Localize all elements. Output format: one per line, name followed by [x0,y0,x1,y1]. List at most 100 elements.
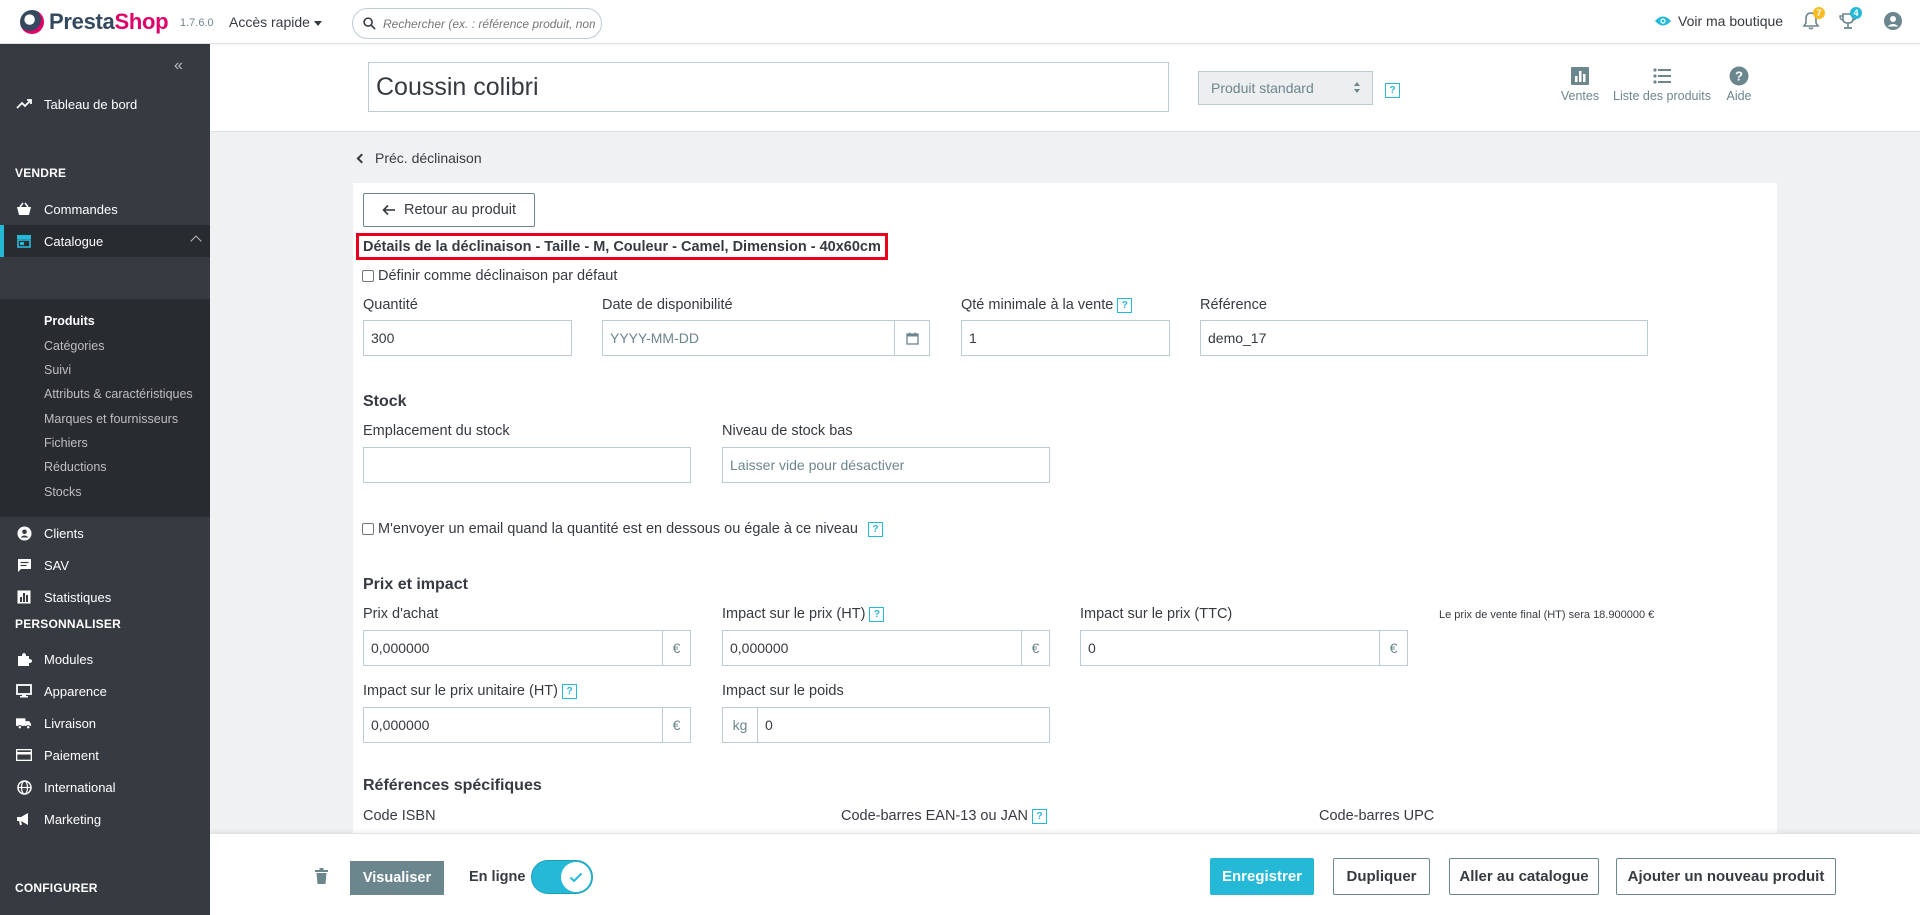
min-quantity-help-icon[interactable]: ? [1117,297,1133,313]
go-to-catalog-button[interactable]: Aller au catalogue [1449,858,1599,895]
purchase-price-input[interactable]: 0,000000 [363,630,663,666]
submenu-item-categories[interactable]: Catégories [44,339,104,353]
ean13-help-icon[interactable]: ? [1032,808,1048,824]
bar-chart-icon [16,589,32,605]
megaphone-icon [16,811,32,827]
sidebar-item-label: Commandes [44,201,118,217]
purchase-price-currency: € [662,630,691,666]
sidebar-item-label: Tableau de bord [44,96,138,112]
sidebar-item-international[interactable]: International [0,771,210,803]
preview-button[interactable]: Visualiser [350,861,444,895]
collapse-sidebar-icon[interactable]: « [174,57,183,75]
default-variant-checkbox[interactable] [362,270,374,282]
prestashop-logo-icon [20,10,44,34]
previous-variant-link[interactable]: Préc. déclinaison [356,150,482,166]
low-stock-level-input[interactable]: Laisser vide pour désactiver [722,447,1050,483]
logo-text-shop: Shop [114,9,169,34]
unit-price-impact-label: Impact sur le prix unitaire (HT) ? [363,683,578,699]
weight-unit-addon: kg [722,707,758,743]
impact-ht-label-text: Impact sur le prix (HT) [722,606,866,622]
quantity-input[interactable]: 300 [363,320,572,356]
product-list-button[interactable]: Liste des produits [1607,66,1717,103]
product-header: Produit standard ? Ventes Liste des prod… [210,44,1920,132]
sales-button[interactable]: Ventes [1558,66,1602,103]
sidebar-item-payment[interactable]: Paiement [0,739,210,771]
view-shop-label: Voir ma boutique [1678,13,1784,29]
search-input[interactable] [383,16,595,31]
user-account-icon[interactable] [1883,11,1903,31]
view-shop-link[interactable]: Voir ma boutique [1654,13,1783,29]
sidebar-item-stats[interactable]: Statistiques [0,581,210,613]
sidebar-item-label: Livraison [44,715,97,731]
sidebar-item-catalog[interactable]: Catalogue [0,225,210,257]
sidebar-item-orders[interactable]: Commandes [0,193,210,225]
submenu-item-products[interactable]: Produits [44,314,95,328]
help-button[interactable]: ? Aide [1722,66,1756,103]
calendar-button[interactable] [894,320,930,356]
impact-ht-currency: € [1021,630,1050,666]
low-stock-email-checkbox-row[interactable]: M'envoyer un email quand la quantité est… [362,521,883,537]
product-type-help-icon[interactable]: ? [1385,83,1400,98]
duplicate-button[interactable]: Dupliquer [1333,858,1430,895]
online-toggle[interactable] [531,860,593,894]
impact-ht-input[interactable]: 0,000000 [722,630,1022,666]
low-stock-email-checkbox[interactable] [362,523,374,535]
sales-label: Ventes [1560,89,1600,103]
unit-price-impact-input[interactable]: 0,000000 [363,707,663,743]
toggle-knob [561,862,591,892]
truck-icon [16,715,32,731]
sidebar-item-label: Clients [44,525,84,541]
sidebar-item-appearance[interactable]: Apparence [0,675,210,707]
submenu-item-stocks[interactable]: Stocks [44,485,82,499]
prestashop-logo[interactable]: PrestaShop [20,9,169,35]
sidebar-item-sav[interactable]: SAV [0,549,210,581]
save-button[interactable]: Enregistrer [1210,858,1314,895]
submenu-item-attributes[interactable]: Attributs & caractéristiques [44,387,193,401]
shopping-basket-icon [16,201,32,217]
sidebar: « Tableau de bord VENDRE Commandes Catal… [0,44,210,915]
availability-date-input[interactable]: YYYY-MM-DD [602,320,895,356]
sidebar-item-modules[interactable]: Modules [0,643,210,675]
back-to-product-button[interactable]: Retour au produit [363,193,535,227]
impact-ht-help-icon[interactable]: ? [869,606,885,622]
stock-location-input[interactable] [363,447,691,483]
min-quantity-input[interactable]: 1 [961,320,1170,356]
sidebar-item-shipping[interactable]: Livraison [0,707,210,739]
submenu-item-monitoring[interactable]: Suivi [44,363,71,377]
quick-access-dropdown[interactable]: Accès rapide [229,14,322,30]
specific-references-heading: Références spécifiques [363,777,542,794]
submenu-item-files[interactable]: Fichiers [44,436,88,450]
default-variant-checkbox-row[interactable]: Définir comme déclinaison par défaut [362,268,617,284]
trash-icon[interactable] [315,868,328,884]
search-icon[interactable] [363,17,376,30]
sidebar-item-dashboard[interactable]: Tableau de bord [0,88,210,120]
add-new-product-button[interactable]: Ajouter un nouveau produit [1616,858,1836,895]
purchase-price-label: Prix d'achat [363,606,439,622]
default-variant-label: Définir comme déclinaison par défaut [378,268,618,284]
sidebar-item-marketing[interactable]: Marketing [0,803,210,835]
list-icon [1653,68,1671,84]
puzzle-icon [16,651,32,667]
unit-price-impact-help-icon[interactable]: ? [562,683,578,699]
catalog-submenu: Produits Catégories Suivi Attributs & ca… [0,299,210,517]
sidebar-item-label: SAV [44,557,70,573]
logo-text: Presta [49,9,115,34]
weight-impact-input[interactable]: 0 [757,707,1050,743]
product-name-input[interactable] [368,62,1169,112]
impact-ttc-currency: € [1379,630,1408,666]
chevron-left-icon [356,153,367,163]
help-label: Aide [1726,89,1752,103]
search-box [352,8,602,39]
sidebar-item-label: Apparence [44,683,107,699]
low-stock-email-label: M'envoyer un email quand la quantité est… [378,521,858,537]
sidebar-item-customers[interactable]: Clients [0,517,210,549]
submenu-item-discounts[interactable]: Réductions [44,460,107,474]
reference-input[interactable]: demo_17 [1200,320,1648,356]
impact-ttc-input[interactable]: 0 [1080,630,1380,666]
product-type-select[interactable]: Produit standard [1198,71,1373,105]
low-stock-email-help-icon[interactable]: ? [867,521,883,537]
unit-price-impact-currency: € [662,707,691,743]
sidebar-item-label: Paiement [44,747,99,763]
submenu-item-brands[interactable]: Marques et fournisseurs [44,412,178,426]
bottom-action-bar: Visualiser En ligne Enregistrer Duplique… [210,833,1920,915]
